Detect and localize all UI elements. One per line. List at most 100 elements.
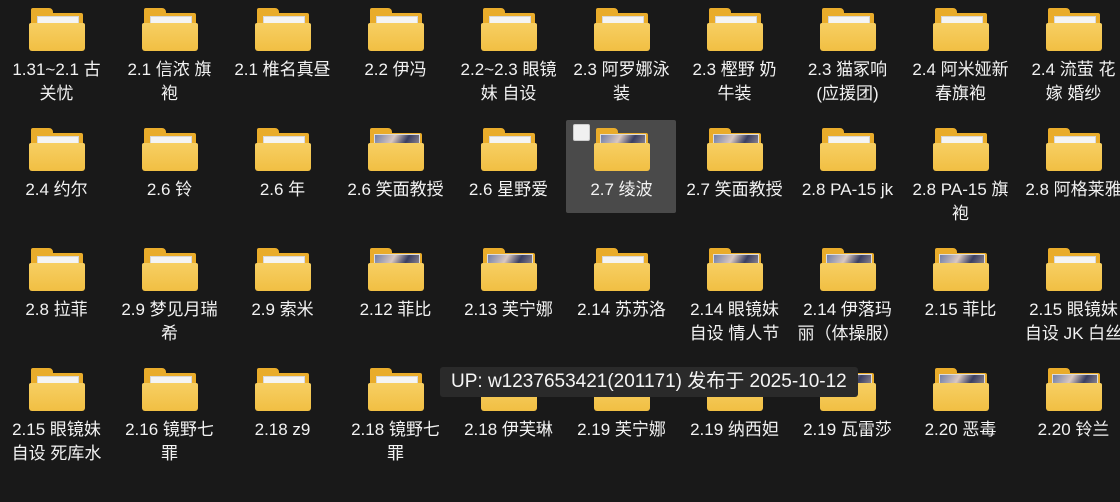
- folder-item[interactable]: 2.8 阿格莱雅: [1017, 120, 1120, 240]
- folder-icon: [141, 126, 198, 174]
- folder-label: 2.4 阿米娅新春旗袍: [912, 60, 1009, 103]
- folder-item[interactable]: 2.15 菲比: [904, 240, 1017, 360]
- folder-item[interactable]: 2.9 梦见月瑞希: [113, 240, 226, 360]
- folder-item[interactable]: 2.8 PA-15 旗袍: [904, 120, 1017, 240]
- folder-icon: [254, 246, 311, 294]
- folder-icon: [593, 246, 650, 294]
- folder-label: 2.15 眼镜妹 自设 JK 白丝: [1024, 300, 1120, 343]
- folder-label: 2.7 绫波: [590, 180, 653, 199]
- folder-item[interactable]: 2.1 信浓 旗袍: [113, 0, 226, 120]
- folder-label: 2.8 拉菲: [25, 300, 88, 319]
- folder-icon: [932, 126, 989, 174]
- folder-item[interactable]: 2.8 拉菲: [0, 240, 113, 360]
- folder-icon: [28, 246, 85, 294]
- folder-item[interactable]: 2.6 年: [226, 120, 339, 240]
- folder-item[interactable]: 2.20 铃兰: [1017, 360, 1120, 480]
- folder-item[interactable]: 1.31~2.1 古关忧: [0, 0, 113, 120]
- folder-icon: [932, 366, 989, 414]
- folder-icon: [593, 126, 650, 174]
- folder-icon: [1045, 246, 1102, 294]
- folder-icon: [932, 246, 989, 294]
- folder-label: 2.18 镜野七罪: [351, 420, 440, 463]
- folder-icon: [932, 6, 989, 54]
- folder-item[interactable]: 2.15 眼镜妹 自设 JK 白丝: [1017, 240, 1120, 360]
- folder-icon: [819, 246, 876, 294]
- folder-icon: [1045, 126, 1102, 174]
- folder-item[interactable]: 2.6 星野爱: [452, 120, 565, 240]
- folder-grid: 1.31~2.1 古关忧 2.1 信浓 旗袍 2.1 椎名真昼 2.2 伊冯 2.2~2…: [0, 0, 1120, 480]
- folder-item[interactable]: 2.7 笑面教授: [678, 120, 791, 240]
- folder-icon: [28, 366, 85, 414]
- folder-label: 2.14 伊落玛丽（体操服）: [797, 300, 900, 343]
- folder-label: 2.8 阿格莱雅: [1025, 180, 1120, 199]
- folder-icon: [141, 246, 198, 294]
- folder-item[interactable]: 2.14 伊落玛丽（体操服）: [791, 240, 904, 360]
- folder-label: 2.18 伊芙琳: [464, 420, 553, 439]
- folder-icon: [1045, 366, 1102, 414]
- folder-label: 2.3 樫野 奶牛装: [692, 60, 777, 103]
- folder-item[interactable]: 2.20 恶毒: [904, 360, 1017, 480]
- folder-icon: [593, 6, 650, 54]
- folder-label: 2.16 镜野七罪: [125, 420, 214, 463]
- folder-label: 2.19 瓦雷莎: [803, 420, 892, 439]
- folder-label: 2.14 眼镜妹 自设 情人节: [689, 300, 780, 343]
- folder-item[interactable]: 2.18 镜野七罪: [339, 360, 452, 480]
- uploader-tooltip: UP: w1237653421(201171) 发布于 2025-10-12: [440, 367, 858, 397]
- folder-label: 2.19 纳西妲: [690, 420, 779, 439]
- folder-icon: [254, 126, 311, 174]
- folder-label: 2.9 梦见月瑞希: [121, 300, 218, 343]
- folder-icon: [819, 6, 876, 54]
- folder-icon: [706, 126, 763, 174]
- folder-icon: [480, 126, 537, 174]
- folder-item[interactable]: 2.12 菲比: [339, 240, 452, 360]
- folder-label: 2.6 笑面教授: [347, 180, 444, 199]
- folder-label: 2.15 眼镜妹 自设 死库水: [11, 420, 102, 463]
- folder-label: 2.6 铃: [146, 180, 193, 199]
- folder-item[interactable]: 2.2~2.3 眼镜妹 自设: [452, 0, 565, 120]
- select-checkbox[interactable]: [573, 124, 590, 141]
- folder-item[interactable]: 2.6 笑面教授: [339, 120, 452, 240]
- folder-item[interactable]: 2.4 阿米娅新春旗袍: [904, 0, 1017, 120]
- folder-icon: [28, 6, 85, 54]
- folder-icon: [367, 246, 424, 294]
- folder-label: 2.20 恶毒: [924, 420, 997, 439]
- folder-icon: [28, 126, 85, 174]
- folder-item[interactable]: 2.8 PA-15 jk: [791, 120, 904, 240]
- folder-item[interactable]: 2.14 苏苏洛: [565, 240, 678, 360]
- folder-item[interactable]: 2.14 眼镜妹 自设 情人节: [678, 240, 791, 360]
- folder-label: 2.12 菲比: [359, 300, 432, 319]
- folder-item[interactable]: 2.7 绫波: [565, 120, 678, 240]
- folder-label: 2.1 椎名真昼: [234, 60, 331, 79]
- folder-item[interactable]: 2.13 芙宁娜: [452, 240, 565, 360]
- folder-item[interactable]: 2.9 索米: [226, 240, 339, 360]
- folder-label: 2.15 菲比: [924, 300, 997, 319]
- folder-icon: [254, 366, 311, 414]
- folder-item[interactable]: 2.3 樫野 奶牛装: [678, 0, 791, 120]
- folder-label: 2.1 信浓 旗袍: [127, 60, 212, 103]
- folder-label: 2.7 笑面教授: [686, 180, 783, 199]
- folder-label: 2.14 苏苏洛: [577, 300, 666, 319]
- folder-item[interactable]: 2.3 猫冢响(应援团): [791, 0, 904, 120]
- folder-item[interactable]: 2.6 铃: [113, 120, 226, 240]
- folder-item[interactable]: 2.3 阿罗娜泳装: [565, 0, 678, 120]
- folder-icon: [480, 6, 537, 54]
- folder-label: 2.8 PA-15 旗袍: [912, 180, 1009, 223]
- folder-icon: [367, 6, 424, 54]
- folder-label: 2.4 流萤 花嫁 婚纱: [1031, 60, 1116, 103]
- folder-item[interactable]: 2.16 镜野七罪: [113, 360, 226, 480]
- folder-label: 2.18 z9: [254, 420, 311, 439]
- folder-label: 2.20 铃兰: [1037, 420, 1110, 439]
- folder-label: 2.8 PA-15 jk: [801, 180, 894, 199]
- folder-item[interactable]: 2.15 眼镜妹 自设 死库水: [0, 360, 113, 480]
- folder-item[interactable]: 2.1 椎名真昼: [226, 0, 339, 120]
- folder-label: 2.13 芙宁娜: [464, 300, 553, 319]
- folder-icon: [254, 6, 311, 54]
- folder-item[interactable]: 2.4 约尔: [0, 120, 113, 240]
- folder-item[interactable]: 2.4 流萤 花嫁 婚纱: [1017, 0, 1120, 120]
- folder-item[interactable]: 2.2 伊冯: [339, 0, 452, 120]
- folder-label: 2.3 阿罗娜泳装: [573, 60, 670, 103]
- folder-icon: [706, 6, 763, 54]
- folder-icon: [367, 366, 424, 414]
- folder-icon: [141, 6, 198, 54]
- folder-item[interactable]: 2.18 z9: [226, 360, 339, 480]
